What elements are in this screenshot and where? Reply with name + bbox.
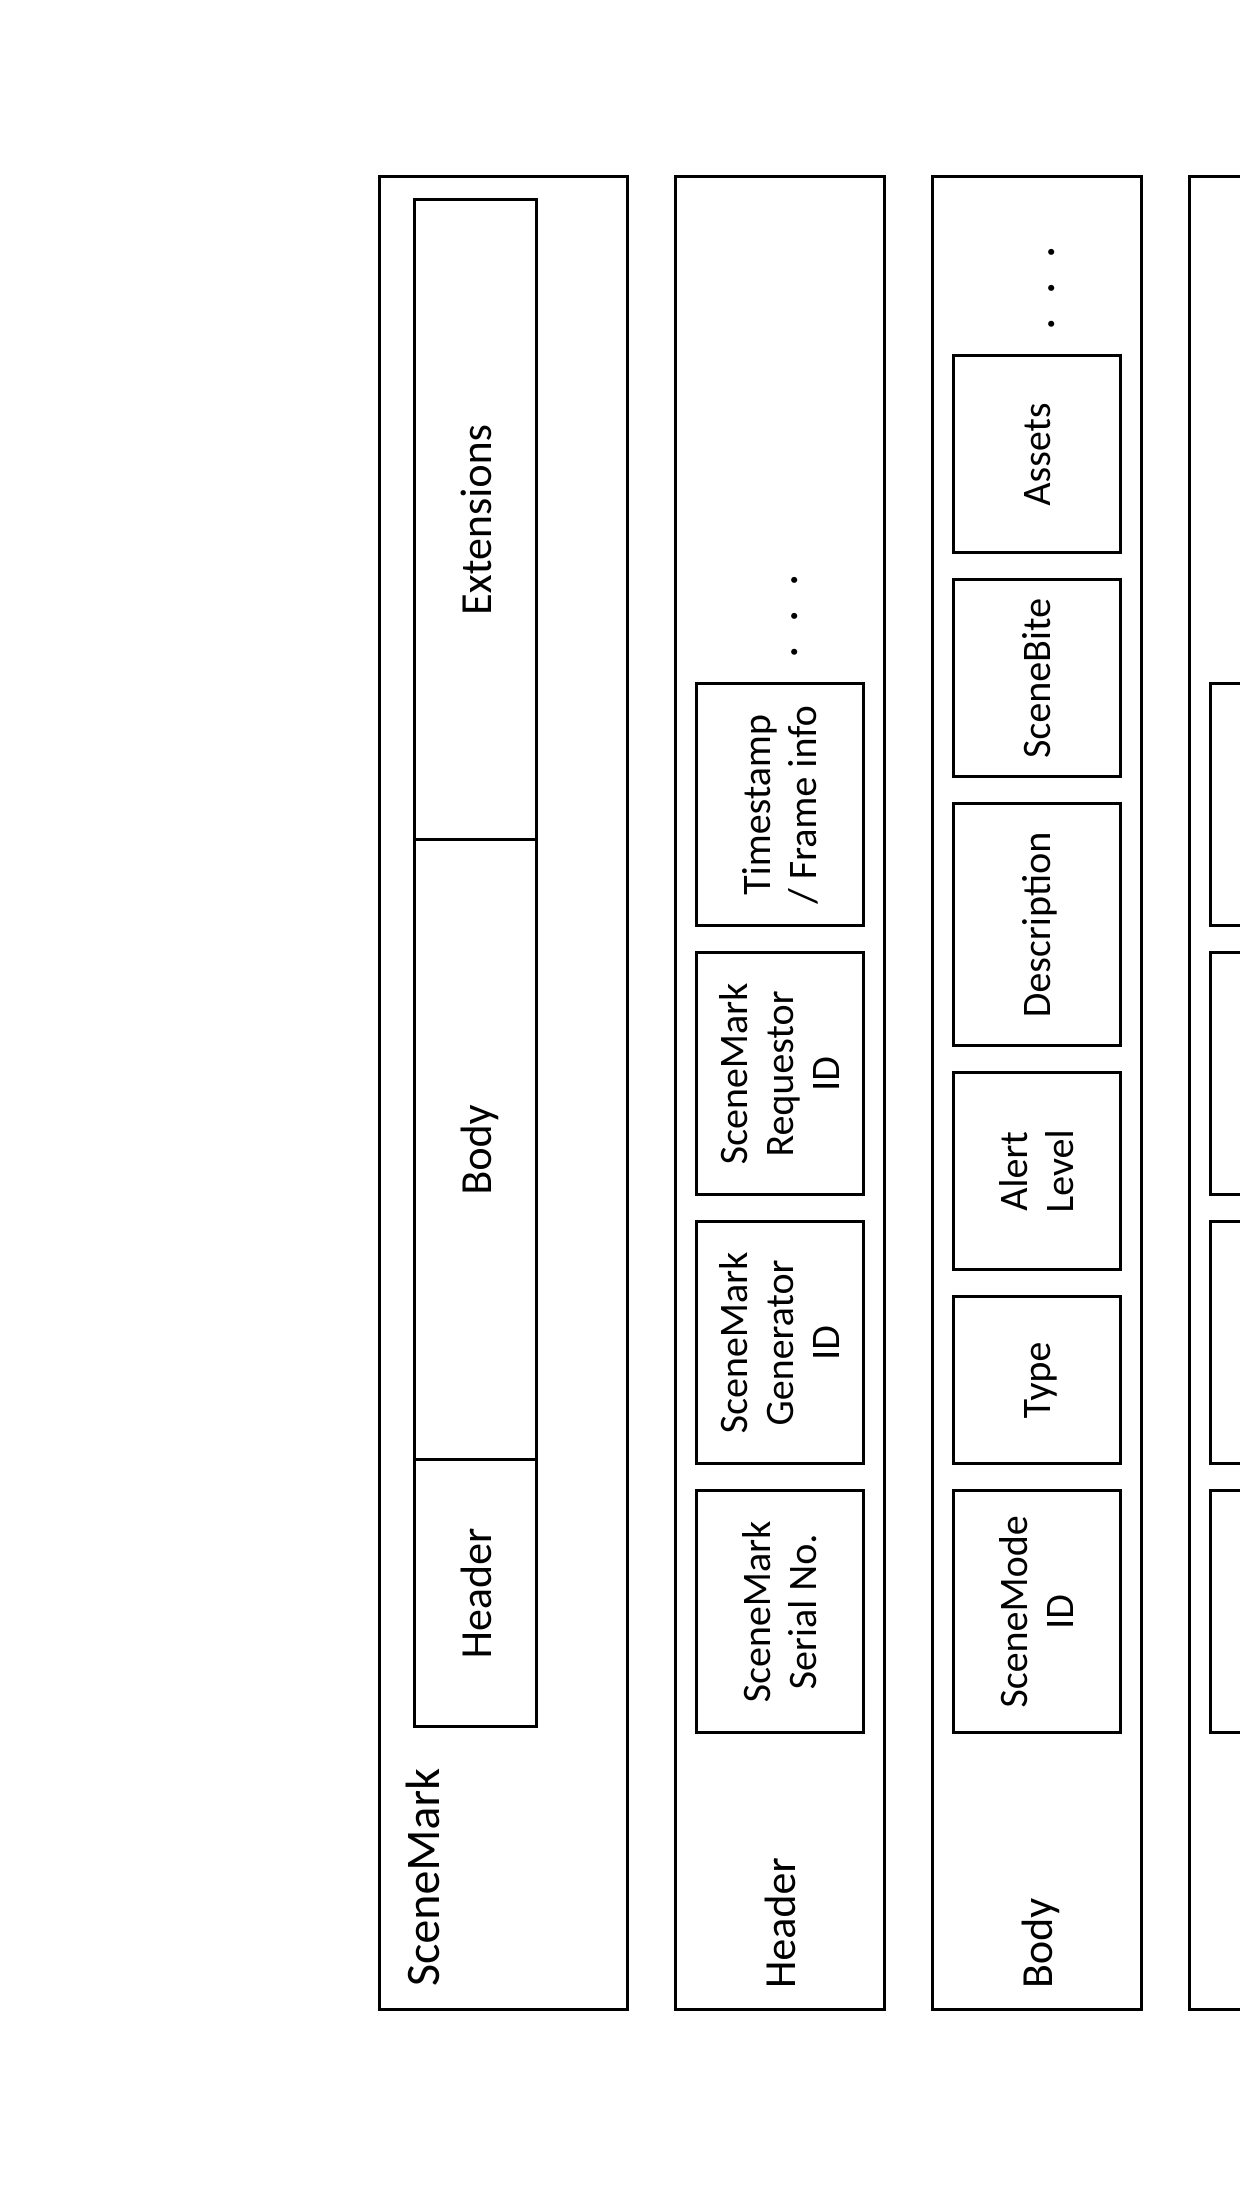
field-description: Description (952, 802, 1122, 1047)
field-related-scenemarks: Related SceneMarks (1209, 951, 1240, 1196)
field-assets: Assets (952, 354, 1122, 554)
field-related-scenes: Related Scenes (1209, 1489, 1240, 1734)
field-future-use: Future Use (1209, 682, 1240, 927)
field-timestamp: Timestamp / Frame info (695, 682, 865, 927)
header-row: Header SceneMark Serial No. SceneMark Ge… (674, 175, 886, 2011)
diagram-container: SceneMark Header Body Extensions Header … (378, 175, 1240, 2011)
section-header: Header (413, 1458, 538, 1728)
field-requestor-id: SceneMark Requestor ID (695, 951, 865, 1196)
body-row: Body SceneMode ID Type Alert Level Descr… (931, 175, 1143, 2011)
extensions-row: Extensions Related Scenes Related Analys… (1188, 175, 1240, 2011)
header-row-label: Header (753, 1758, 807, 1988)
section-extensions: Extensions (413, 198, 538, 838)
field-related-analysis: Related Analysis (1209, 1220, 1240, 1465)
section-body: Body (413, 838, 538, 1458)
body-ellipsis: . . . (1007, 239, 1068, 329)
field-serial-no: SceneMark Serial No. (695, 1489, 865, 1734)
body-row-label: Body (1010, 1758, 1064, 1988)
field-scenebite: SceneBite (952, 578, 1122, 778)
field-scenemode-id: SceneMode ID (952, 1489, 1122, 1734)
field-generator-id: SceneMark Generator ID (695, 1220, 865, 1465)
scenemark-main-row: SceneMark Header Body Extensions (378, 175, 629, 2011)
scenemark-sections: Header Body Extensions (413, 198, 538, 1728)
scenemark-title: SceneMark (393, 1768, 452, 1986)
field-alert-level: Alert Level (952, 1071, 1122, 1271)
header-ellipsis: . . . (750, 567, 811, 657)
field-type: Type (952, 1295, 1122, 1465)
